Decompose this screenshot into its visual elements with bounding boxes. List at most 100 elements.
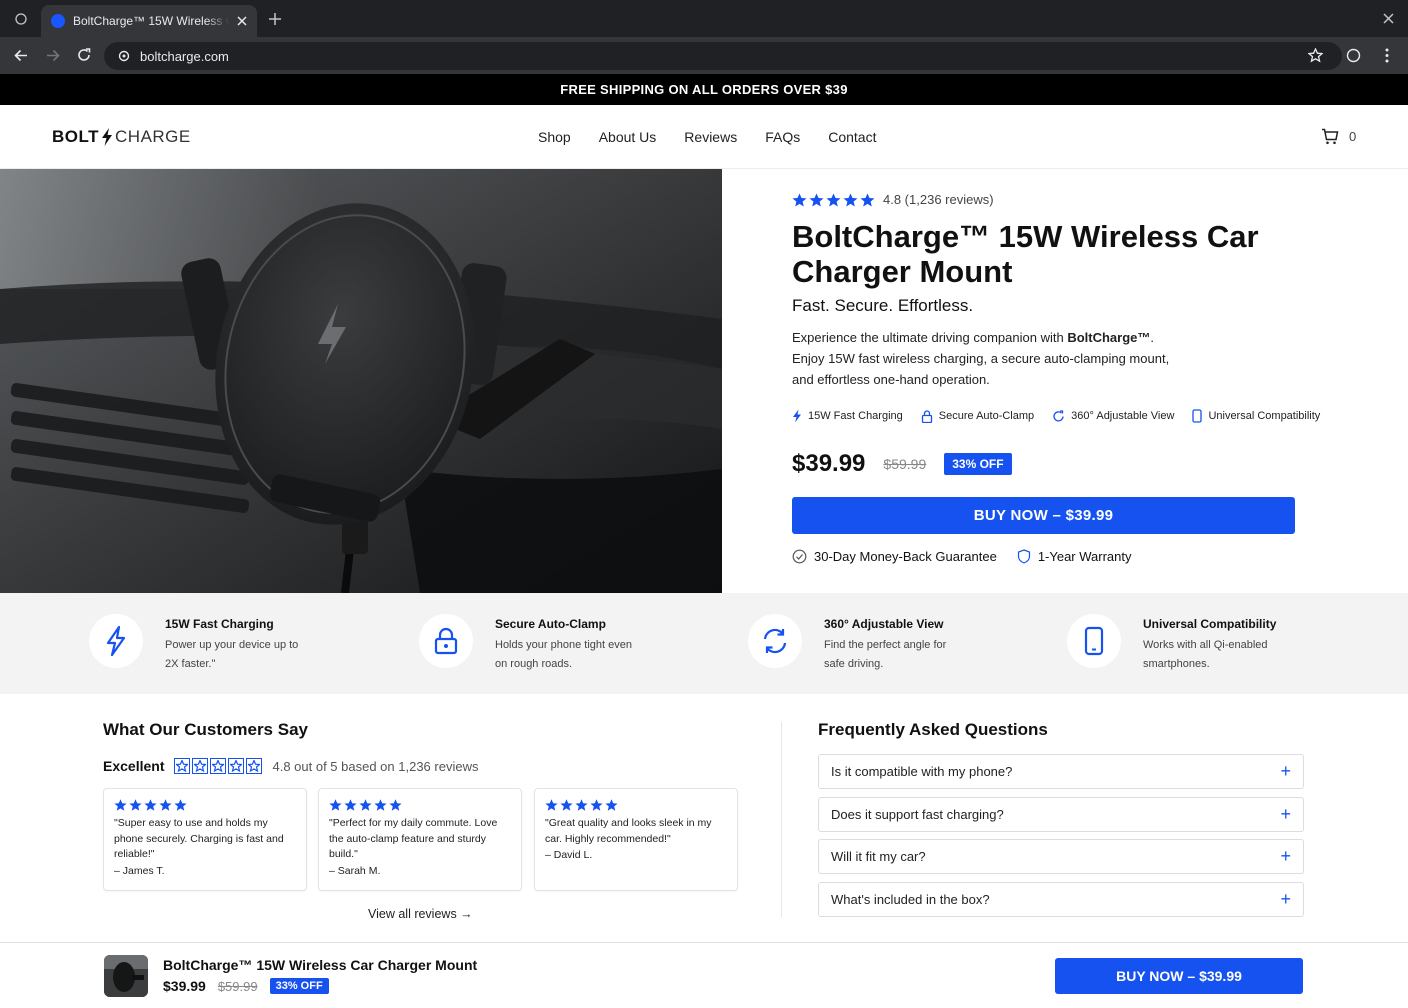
nav-faqs[interactable]: FAQs [765,129,800,145]
price-row: $39.99 $59.99 33% OFF [792,450,1012,478]
highlight-adjustable: 360° Adjustable View [1052,409,1174,423]
feature-highlights: 15W Fast Charging Secure Auto-Clamp 360°… [792,409,1320,423]
review-quote: "Perfect for my daily commute. Love the … [329,817,498,860]
logo-charge-text: CHARGE [115,127,191,146]
guarantee-row: 30-Day Money-Back Guarantee 1-Year Warra… [792,549,1132,564]
profile-icon[interactable] [1346,48,1361,63]
star-icon [860,193,875,206]
nav-shop[interactable]: Shop [538,129,571,145]
faq-title: Frequently Asked Questions [818,720,1048,739]
star-icon [159,799,172,811]
star-icon [114,799,127,811]
faq-item[interactable]: What's included in the box? + [818,882,1304,917]
star-icon [575,799,588,811]
cart-button[interactable]: 0 [1321,128,1356,145]
feature-desc: Holds your phone tight even on rough roa… [495,639,632,670]
star-icon [389,799,402,811]
plus-icon[interactable]: + [1280,846,1291,867]
star-icon [144,799,157,811]
star-icon [809,193,824,206]
feature-adjustable: 360° Adjustable View Find the perfect an… [748,614,964,674]
sticky-buy-bar: BoltCharge™ 15W Wireless Car Charger Mou… [0,942,1408,1008]
sticky-product-name: BoltCharge™ 15W Wireless Car Charger Mou… [163,957,478,973]
nav-about-us[interactable]: About Us [599,129,657,145]
star-icon [560,799,573,811]
reviews-title: What Our Customers Say [103,720,308,739]
feature-desc: Find the perfect angle for safe driving. [824,639,947,670]
warranty: 1-Year Warranty [1017,549,1132,564]
rating-label: Excellent [103,758,165,774]
review-card: "Great quality and looks sleek in my car… [534,788,738,891]
faq-item[interactable]: Does it support fast charging? + [818,797,1304,832]
nav-contact[interactable]: Contact [828,129,876,145]
features-band: 15W Fast Charging Power up your device u… [0,593,1408,694]
product-title: BoltCharge™ 15W Wireless Car Charger Mou… [792,219,1259,289]
check-circle-icon [792,549,807,564]
nav-reviews[interactable]: Reviews [684,129,737,145]
feature-title: Universal Compatibility [1143,617,1277,631]
star-icon [545,799,558,811]
current-price: $39.99 [792,450,866,477]
sticky-discount-badge: 33% OFF [269,978,329,994]
site-logo[interactable]: BOLT CHARGE [52,127,191,147]
review-stars [545,799,727,811]
view-all-reviews-link[interactable]: View all reviews → [368,907,473,921]
star-box-icon [210,758,227,774]
highlight-fast-charging: 15W Fast Charging [792,409,903,423]
more-menu-icon[interactable] [1385,48,1389,63]
money-back-guarantee: 30-Day Money-Back Guarantee [792,549,997,564]
review-card: "Perfect for my daily commute. Love the … [318,788,522,891]
star-icon [374,799,387,811]
close-window-icon[interactable] [1383,13,1394,24]
feature-title: 360° Adjustable View [824,617,944,631]
star-icon [826,193,841,206]
reload-icon[interactable] [77,48,91,62]
star-box-icon [228,758,245,774]
review-author: – James T. [114,864,165,877]
back-icon[interactable] [14,49,28,62]
faq-item[interactable]: Will it fit my car? + [818,839,1304,874]
faq-question: What's included in the box? [831,892,990,907]
star-box-icon [246,758,263,774]
new-tab-icon[interactable] [269,13,281,25]
desc-brand: BoltCharge™ [1067,330,1151,345]
logo-bolt-text: BOLT [52,127,100,146]
star-icon [329,799,342,811]
address-bar[interactable]: boltcharge.com [104,42,1342,70]
site-info-icon[interactable] [118,50,130,62]
plus-icon[interactable]: + [1280,761,1291,782]
sticky-buy-now-button[interactable]: BUY NOW – $39.99 [1055,958,1303,994]
star-icon [129,799,142,811]
feature-desc: Power up your device up to 2X faster." [165,639,299,670]
product-hero-image [0,169,722,593]
rating-stars [792,193,875,207]
feature-title: Secure Auto-Clamp [495,617,606,631]
guarantee-label: 30-Day Money-Back Guarantee [814,549,997,564]
warranty-label: 1-Year Warranty [1037,549,1132,564]
browser-tab-active[interactable]: BoltCharge™ 15W Wireless Car Charger Mou… [41,5,257,37]
bolt-icon [793,409,801,423]
discount-badge: 33% OFF [944,453,1012,475]
product-rating[interactable]: 4.8 (1,236 reviews) [792,192,994,207]
original-price: $59.99 [883,456,927,472]
site-header: BOLT CHARGE Shop About Us Reviews FAQs C… [0,105,1408,169]
faq-question: Does it support fast charging? [831,807,1004,822]
star-box-icon [192,758,209,774]
plus-icon[interactable]: + [1280,804,1291,825]
buy-now-button[interactable]: BUY NOW – $39.99 [792,497,1295,534]
star-icon [174,799,187,811]
highlight-label: Secure Auto-Clamp [938,410,1035,422]
rating-text: 4.8 (1,236 reviews) [883,192,994,207]
feature-desc: Works with all Qi-enabled smartphones. [1143,639,1268,670]
close-tab-icon[interactable] [237,16,247,26]
logo-bolt-icon [102,128,113,146]
faq-item[interactable]: Is it compatible with my phone? + [818,754,1304,789]
highlight-label: Universal Compatibility [1208,410,1321,422]
section-divider [781,722,782,917]
browser-menu-icon[interactable] [15,13,27,25]
review-card: "Super easy to use and holds my phone se… [103,788,307,891]
forward-icon[interactable] [46,49,60,62]
phone-icon [1084,626,1104,656]
plus-icon[interactable]: + [1280,889,1291,910]
bookmark-star-icon[interactable] [1308,48,1323,63]
